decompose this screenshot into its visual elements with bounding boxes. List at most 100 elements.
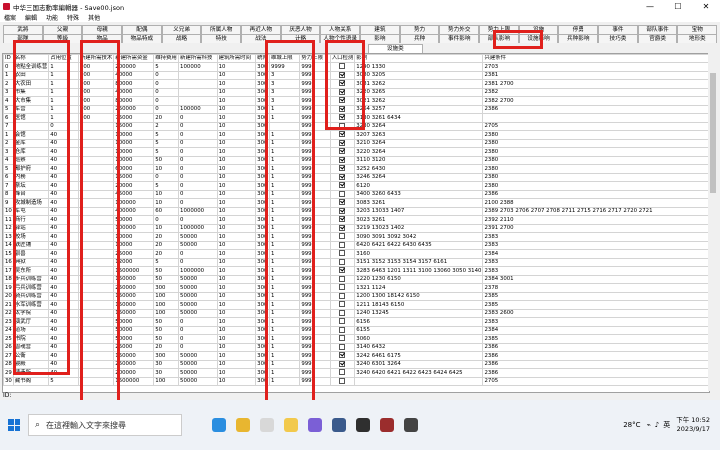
- table-cell[interactable]: 2378: [482, 283, 709, 293]
- table-cell[interactable]: 3023 3261: [354, 215, 484, 225]
- tab-row1-4[interactable]: 义兄弟: [161, 25, 202, 34]
- table-cell[interactable]: 6420 6421 6422 6430 6435: [354, 240, 484, 251]
- table-cell[interactable]: 3110 3120: [354, 155, 484, 166]
- table-cell[interactable]: 10: [216, 257, 257, 268]
- table-cell[interactable]: 10: [216, 121, 257, 132]
- table-cell[interactable]: 2385: [482, 334, 709, 344]
- table-cell[interactable]: 10: [216, 368, 257, 378]
- table-cell[interactable]: 2380: [482, 138, 709, 149]
- table-cell[interactable]: 2383: [482, 317, 709, 327]
- store-icon[interactable]: [260, 418, 274, 432]
- table-cell[interactable]: 5: [153, 138, 180, 149]
- table-cell[interactable]: 3080 3205: [354, 70, 484, 81]
- tab-row1-5[interactable]: 所属人物: [201, 25, 242, 34]
- table-cell[interactable]: 10: [216, 113, 257, 123]
- table-cell[interactable]: 50: [153, 317, 180, 327]
- table-cell[interactable]: 0: [178, 130, 218, 140]
- table-cell[interactable]: 2384: [482, 325, 709, 336]
- tab-row1-11[interactable]: 势力外交: [439, 25, 480, 34]
- table-cell[interactable]: 50000: [178, 351, 218, 361]
- table-cell[interactable]: 5: [3, 104, 14, 115]
- table-cell[interactable]: 13: [3, 232, 14, 242]
- table-cell[interactable]: 2381 2700: [482, 79, 709, 89]
- table-cell[interactable]: 10: [216, 62, 257, 72]
- table-cell[interactable]: 5: [153, 130, 180, 140]
- table-cell[interactable]: 10: [216, 359, 257, 370]
- table-cell[interactable]: 20: [153, 249, 180, 259]
- table-cell[interactable]: 2705: [482, 376, 709, 387]
- tab-row1-7[interactable]: 厌恶人物: [280, 25, 321, 34]
- table-cell[interactable]: 2383 2600: [482, 308, 709, 319]
- table-cell[interactable]: [354, 376, 484, 387]
- table-cell[interactable]: 10: [216, 138, 257, 149]
- table-cell[interactable]: 3242 6461 6175: [354, 351, 484, 361]
- checkbox[interactable]: [339, 250, 346, 257]
- table-cell[interactable]: 1200 1300 18142 6150: [354, 291, 484, 302]
- app-icon-grey[interactable]: [404, 418, 418, 432]
- table-cell[interactable]: 0: [178, 198, 218, 208]
- table-cell[interactable]: 0: [153, 104, 180, 115]
- table-cell[interactable]: 100: [153, 376, 180, 387]
- checkbox[interactable]: [339, 140, 346, 146]
- table-cell[interactable]: 1000000: [178, 206, 218, 217]
- entrance-check-cell[interactable]: [329, 249, 356, 259]
- table-cell[interactable]: 10: [216, 96, 257, 106]
- table-cell[interactable]: 10: [216, 155, 257, 166]
- table-cell[interactable]: 10: [3, 206, 14, 217]
- menu-other[interactable]: 其他: [84, 13, 105, 22]
- table-cell[interactable]: 2389 2703 2706 2707 2708 2711 2715 2716 …: [482, 206, 709, 217]
- table-cell[interactable]: 2705: [482, 121, 709, 132]
- table-cell[interactable]: 2386: [482, 189, 709, 200]
- table-cell[interactable]: 10: [216, 70, 257, 81]
- table-cell[interactable]: 2380: [482, 172, 709, 183]
- table-cell[interactable]: 10: [216, 223, 257, 234]
- app-icon-purple[interactable]: [308, 418, 322, 432]
- table-cell[interactable]: 10: [153, 223, 180, 234]
- table-cell[interactable]: 50: [153, 266, 180, 276]
- table-cell[interactable]: 50000: [178, 376, 218, 387]
- table-cell[interactable]: 0: [178, 257, 218, 268]
- app-icon-dark[interactable]: [356, 418, 370, 432]
- table-cell[interactable]: 6156: [354, 317, 484, 327]
- checkbox[interactable]: [339, 310, 346, 316]
- table-cell[interactable]: 10: [216, 342, 257, 353]
- table-cell[interactable]: 10: [216, 181, 257, 191]
- table-cell[interactable]: 3264 3257: [354, 104, 484, 115]
- table-cell[interactable]: 3151 3152 3153 3154 3157 6161: [354, 257, 484, 268]
- table-cell[interactable]: 2382: [482, 87, 709, 98]
- table-cell[interactable]: 50: [153, 325, 180, 336]
- table-cell[interactable]: 2391 2700: [482, 223, 709, 234]
- table-cell[interactable]: 5: [153, 62, 180, 72]
- table-cell[interactable]: 1290 1330: [354, 62, 484, 72]
- table-cell[interactable]: 10: [216, 189, 257, 200]
- table-cell[interactable]: 60: [153, 206, 180, 217]
- table-cell[interactable]: 0: [153, 79, 180, 89]
- column-header[interactable]: ID: [3, 54, 14, 64]
- tab-row1-15[interactable]: 事件: [598, 25, 638, 34]
- table-cell[interactable]: 1000000: [178, 266, 218, 276]
- table-cell[interactable]: 100: [153, 291, 180, 302]
- tab-row1-14[interactable]: 停勇: [558, 25, 599, 34]
- tab-row2-14[interactable]: 兵种影响: [558, 34, 599, 43]
- tab-row2-4[interactable]: 战略: [161, 34, 202, 43]
- table-cell[interactable]: 0: [153, 215, 180, 225]
- entrance-check-cell[interactable]: [329, 317, 356, 327]
- table-cell[interactable]: 20: [153, 342, 180, 353]
- entrance-check-cell[interactable]: [329, 215, 356, 225]
- table-cell[interactable]: 22: [3, 308, 14, 319]
- table-cell[interactable]: 10: [216, 130, 257, 140]
- table-cell[interactable]: 24: [3, 325, 14, 336]
- table-cell[interactable]: 10: [216, 291, 257, 302]
- table-cell[interactable]: 1: [3, 70, 14, 81]
- table-cell[interactable]: 3283 6463 1201 1311 3100 13060 3050 3140: [354, 266, 484, 276]
- table-cell[interactable]: 2: [3, 138, 14, 149]
- table-cell[interactable]: 2384 3001: [482, 274, 709, 285]
- entrance-check-cell[interactable]: [329, 300, 356, 310]
- checkbox[interactable]: [339, 174, 346, 180]
- entrance-check-cell[interactable]: [329, 198, 356, 208]
- table-cell[interactable]: 2: [153, 121, 180, 132]
- table-cell[interactable]: 300: [153, 283, 180, 293]
- table-cell[interactable]: 2381: [482, 70, 709, 81]
- table-cell[interactable]: 2382 2700: [482, 96, 709, 106]
- entrance-check-cell[interactable]: [329, 189, 356, 200]
